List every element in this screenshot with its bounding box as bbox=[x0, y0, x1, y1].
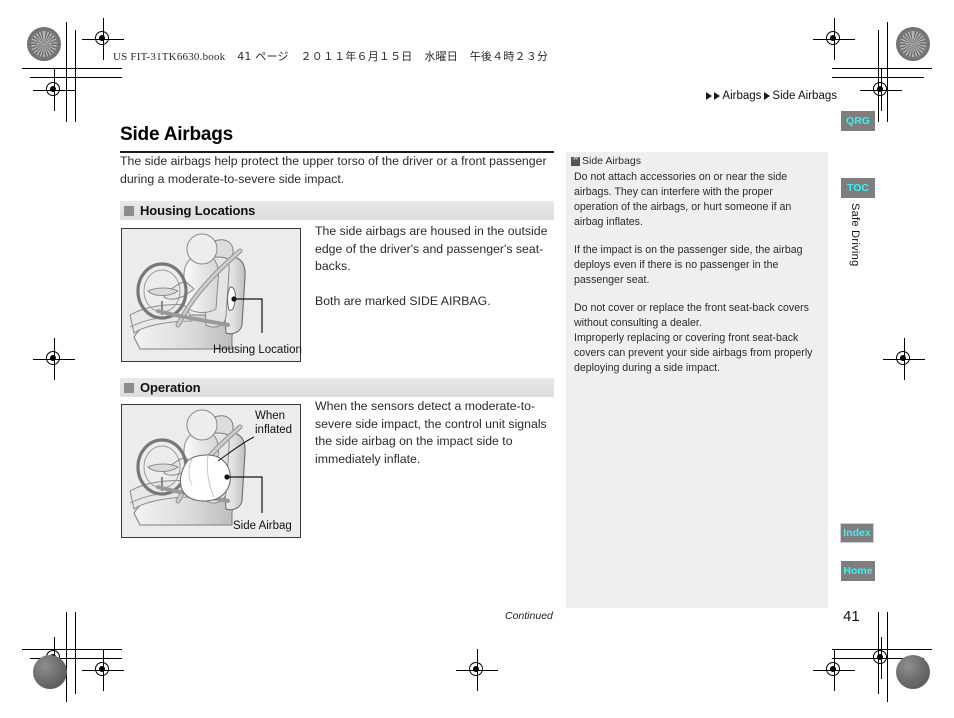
book-page-marker: 41 ページ bbox=[237, 50, 289, 63]
print-header-line: US FIT-31TK6630.book 41 ページ ２０１１年６月１５日 水… bbox=[113, 48, 548, 64]
square-bullet-icon bbox=[124, 382, 134, 393]
breadcrumb[interactable]: Airbags Side Airbags bbox=[706, 90, 837, 102]
section-body-operation: When the sensors detect a moderate-to-se… bbox=[315, 398, 557, 468]
registration-mark bbox=[813, 649, 855, 691]
color-target-mark bbox=[896, 27, 930, 61]
nav-button-label: TOC bbox=[847, 182, 869, 194]
seat-occupant-illustration bbox=[122, 229, 300, 361]
page-title: Side Airbags bbox=[120, 124, 234, 145]
registration-mark bbox=[860, 69, 902, 111]
breadcrumb-item-airbags[interactable]: Airbags bbox=[722, 90, 761, 102]
figure-housing-location bbox=[121, 228, 301, 362]
note-paragraph: Improperly replacing or covering front s… bbox=[574, 332, 813, 374]
nav-button-toc[interactable]: TOC bbox=[841, 178, 875, 198]
color-target-mark bbox=[27, 27, 61, 61]
notes-panel-body: Do not attach accessories on or near the… bbox=[574, 170, 816, 389]
breadcrumb-item-side-airbags[interactable]: Side Airbags bbox=[772, 90, 837, 102]
double-chevron-icon bbox=[571, 153, 580, 166]
section-body-housing-locations: The side airbags are housed in the outsi… bbox=[315, 223, 555, 310]
page-number: 41 bbox=[843, 608, 860, 625]
crop-line bbox=[887, 22, 888, 122]
registration-mark bbox=[860, 637, 902, 679]
notes-title-label: Side Airbags bbox=[582, 155, 641, 167]
nav-button-qrg[interactable]: QRG bbox=[841, 111, 875, 131]
nav-button-index[interactable]: Index bbox=[840, 523, 874, 543]
continued-label: Continued bbox=[505, 610, 553, 622]
square-bullet-icon bbox=[124, 205, 134, 216]
section-heading-label: Operation bbox=[140, 380, 201, 395]
figure-caption-housing-location: Housing Location bbox=[213, 344, 302, 356]
color-target-mark bbox=[33, 655, 67, 689]
chevron-right-icon bbox=[714, 92, 721, 100]
figure-note-line1: When bbox=[255, 410, 286, 422]
nav-button-label: QRG bbox=[846, 115, 870, 127]
registration-mark bbox=[33, 338, 75, 380]
color-target-mark bbox=[896, 655, 930, 689]
section-header-operation: Operation bbox=[120, 378, 554, 397]
section-tab-safe-driving[interactable]: Safe Driving bbox=[849, 203, 861, 267]
nav-button-label: Home bbox=[843, 565, 873, 577]
intro-paragraph: The side airbags help protect the upper … bbox=[120, 154, 547, 186]
book-filename: US FIT-31TK6630.book bbox=[113, 51, 226, 63]
notes-panel-title: Side Airbags bbox=[571, 153, 641, 167]
figure-note-when-inflated: When inflated bbox=[255, 409, 292, 437]
crop-line bbox=[75, 612, 76, 694]
registration-mark bbox=[883, 338, 925, 380]
chevron-right-icon bbox=[764, 92, 771, 100]
note-paragraph: Do not cover or replace the front seat-b… bbox=[574, 302, 809, 329]
registration-mark bbox=[33, 69, 75, 111]
crop-line bbox=[75, 30, 76, 122]
registration-mark bbox=[456, 649, 498, 691]
figure-note-line2: inflated bbox=[255, 424, 293, 436]
section-heading-label: Housing Locations bbox=[140, 203, 256, 218]
registration-mark bbox=[813, 18, 855, 60]
crop-line bbox=[22, 649, 122, 650]
body-paragraph: The side airbags are housed in the outsi… bbox=[315, 224, 548, 273]
body-paragraph: When the sensors detect a moderate-to-se… bbox=[315, 399, 547, 466]
crop-line bbox=[22, 68, 122, 69]
section-header-housing-locations: Housing Locations bbox=[120, 201, 554, 220]
figure-caption-side-airbag: Side Airbag bbox=[233, 520, 292, 532]
book-weekday: 水曜日 bbox=[424, 50, 458, 63]
nav-button-home[interactable]: Home bbox=[841, 561, 875, 581]
note-paragraph: Do not attach accessories on or near the… bbox=[574, 171, 792, 228]
nav-button-label: Index bbox=[843, 527, 871, 539]
registration-mark bbox=[82, 649, 124, 691]
crop-line bbox=[66, 22, 67, 122]
book-time: 午後４時２３分 bbox=[469, 50, 549, 63]
note-paragraph: If the impact is on the passenger side, … bbox=[574, 244, 803, 286]
chevron-right-icon bbox=[706, 92, 713, 100]
crop-line bbox=[832, 68, 932, 69]
book-date: ２０１１年６月１５日 bbox=[300, 50, 413, 63]
body-paragraph: Both are marked SIDE AIRBAG. bbox=[315, 293, 491, 308]
